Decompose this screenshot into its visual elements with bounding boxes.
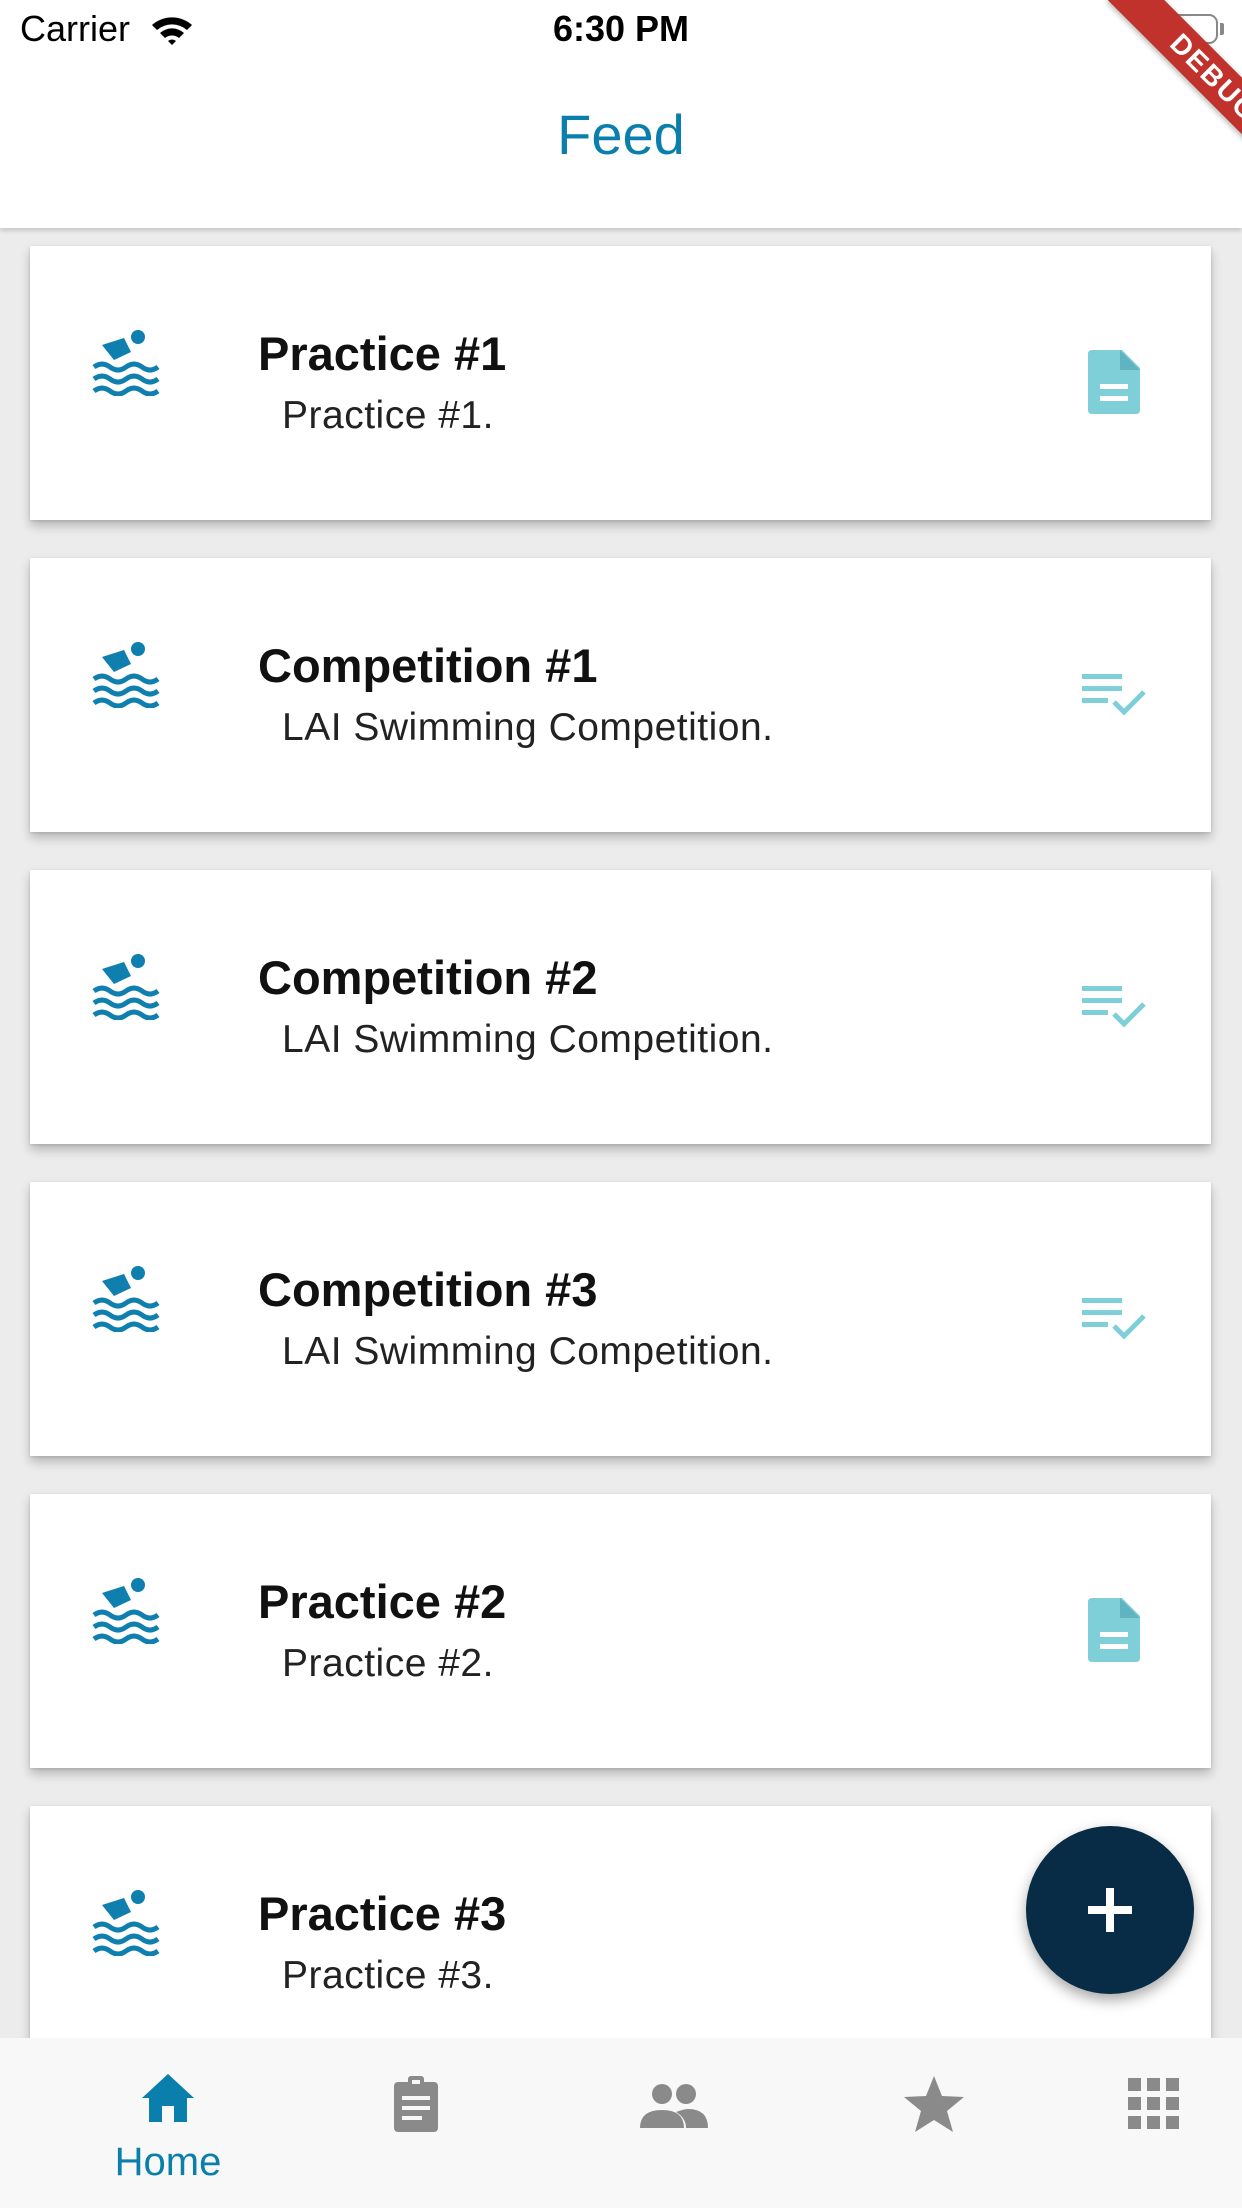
card-title: Competition #1 (258, 639, 598, 692)
card-subtitle: LAI Swimming Competition. (282, 1018, 774, 1061)
card-title: Practice #3 (258, 1887, 507, 1940)
feed-list: Practice #1 Practice #1. Competition #1 … (0, 228, 1242, 2038)
status-bar: Carrier 6:30 PM (0, 0, 1242, 62)
nav-item-clipboard[interactable] (292, 2038, 540, 2208)
nav-item-people[interactable] (550, 2038, 798, 2208)
document-icon[interactable] (1078, 346, 1150, 418)
card-title: Competition #3 (258, 1263, 598, 1316)
app-bar: Feed (0, 62, 1242, 228)
star-icon (904, 2076, 964, 2132)
card-title: Competition #2 (258, 951, 598, 1004)
playlist-check-icon[interactable] (1078, 970, 1150, 1042)
add-button[interactable] (1026, 1826, 1194, 1994)
clipboard-icon (394, 2076, 438, 2132)
nav-item-apps[interactable] (1032, 2038, 1242, 2208)
page-title: Feed (557, 103, 685, 166)
status-time: 6:30 PM (552, 8, 690, 49)
nav-label-home: Home (114, 2140, 222, 2184)
feed-card[interactable]: Competition #3 LAI Swimming Competition. (30, 1182, 1211, 1456)
battery-cap (1220, 23, 1224, 35)
swimmer-icon (90, 324, 162, 397)
plus-icon (1088, 1888, 1132, 1932)
swimmer-icon (90, 948, 162, 1021)
card-title: Practice #1 (258, 327, 507, 380)
card-subtitle: Practice #2. (282, 1642, 494, 1685)
playlist-check-icon[interactable] (1078, 658, 1150, 730)
home-icon (142, 2074, 194, 2122)
card-subtitle: LAI Swimming Competition. (282, 1330, 774, 1373)
card-title: Practice #2 (258, 1575, 507, 1628)
swimmer-icon (90, 1884, 162, 1957)
people-icon (640, 2084, 708, 2128)
feed-card[interactable]: Practice #1 Practice #1. (30, 246, 1211, 520)
swimmer-icon (90, 1572, 162, 1645)
nav-item-home[interactable]: Home (44, 2038, 292, 2208)
card-subtitle: Practice #3. (282, 1954, 494, 1997)
card-subtitle: LAI Swimming Competition. (282, 706, 774, 749)
card-subtitle: Practice #1. (282, 394, 494, 437)
playlist-check-icon[interactable] (1078, 1282, 1150, 1354)
feed-card[interactable]: Competition #1 LAI Swimming Competition. (30, 558, 1211, 832)
document-icon[interactable] (1078, 1594, 1150, 1666)
swimmer-icon (90, 1260, 162, 1333)
bottom-nav: Home (0, 2038, 1242, 2208)
apps-grid-icon (1128, 2078, 1179, 2129)
swimmer-icon (90, 636, 162, 709)
feed-card[interactable]: Competition #2 LAI Swimming Competition. (30, 870, 1211, 1144)
nav-item-favorites[interactable] (808, 2038, 1056, 2208)
feed-card[interactable]: Practice #2 Practice #2. (30, 1494, 1211, 1768)
